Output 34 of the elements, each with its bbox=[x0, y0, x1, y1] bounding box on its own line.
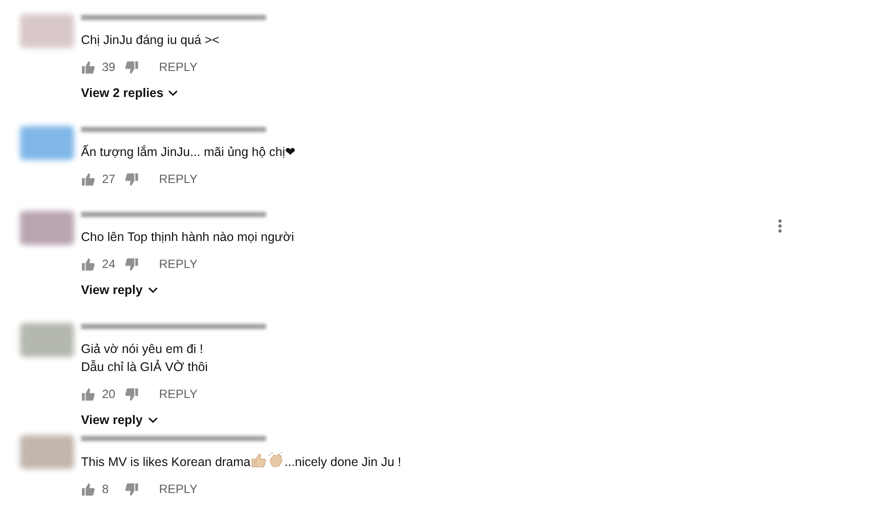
comment-text: Cho lên Top thịnh hành nào mọi người bbox=[81, 229, 294, 246]
comment-text: Ấn tượng lắm JinJu... mãi ủng hộ chị❤ bbox=[81, 144, 296, 161]
view-replies-button[interactable]: View reply bbox=[81, 281, 158, 300]
thumbs-down-icon[interactable] bbox=[124, 386, 139, 402]
comment-text: Chị JinJu đáng iu quá >< bbox=[81, 32, 220, 49]
thumbs-down-icon[interactable] bbox=[124, 172, 139, 186]
reply-button[interactable]: REPLY bbox=[159, 385, 198, 403]
chevron-down-icon[interactable] bbox=[168, 90, 178, 97]
like-count: 20 bbox=[102, 386, 116, 403]
chevron-down-icon[interactable] bbox=[148, 286, 158, 294]
clapping-hands-emoji-icon bbox=[266, 452, 285, 468]
thumbs-down-icon[interactable] bbox=[124, 60, 139, 74]
view-replies-button[interactable]: View reply bbox=[81, 411, 158, 430]
thumbs-down-icon[interactable] bbox=[124, 256, 139, 272]
like-count: 8 bbox=[102, 481, 110, 498]
thumbs-up-icon[interactable] bbox=[81, 482, 96, 496]
reply-button[interactable]: REPLY bbox=[159, 58, 198, 76]
thumbs-up-icon[interactable] bbox=[81, 256, 96, 272]
reply-button[interactable]: REPLY bbox=[159, 170, 198, 188]
comment-text: Giả vờ nói yêu em đi ! Dẫu chỉ là GIẢ VỜ thôi bbox=[81, 341, 209, 376]
thumbs-up-icon[interactable] bbox=[81, 386, 96, 402]
like-count: 39 bbox=[102, 59, 116, 76]
more-options-icon[interactable] bbox=[778, 219, 782, 233]
comment-text: This MV is likes Korean drama ...nicely done Jin Ju ! bbox=[81, 452, 402, 471]
reply-button[interactable]: REPLY bbox=[159, 255, 198, 273]
thumbs-up-icon[interactable] bbox=[81, 172, 96, 186]
reply-button[interactable]: REPLY bbox=[159, 480, 198, 498]
like-count: 27 bbox=[102, 171, 116, 188]
thumbs-up-icon[interactable] bbox=[81, 60, 96, 74]
chevron-down-icon[interactable] bbox=[148, 416, 158, 424]
thumbs-down-icon[interactable] bbox=[124, 482, 139, 496]
like-count: 24 bbox=[102, 256, 116, 273]
view-replies-button[interactable]: View 2 replies bbox=[81, 84, 178, 103]
thumbs-up-emoji-icon bbox=[250, 453, 267, 468]
